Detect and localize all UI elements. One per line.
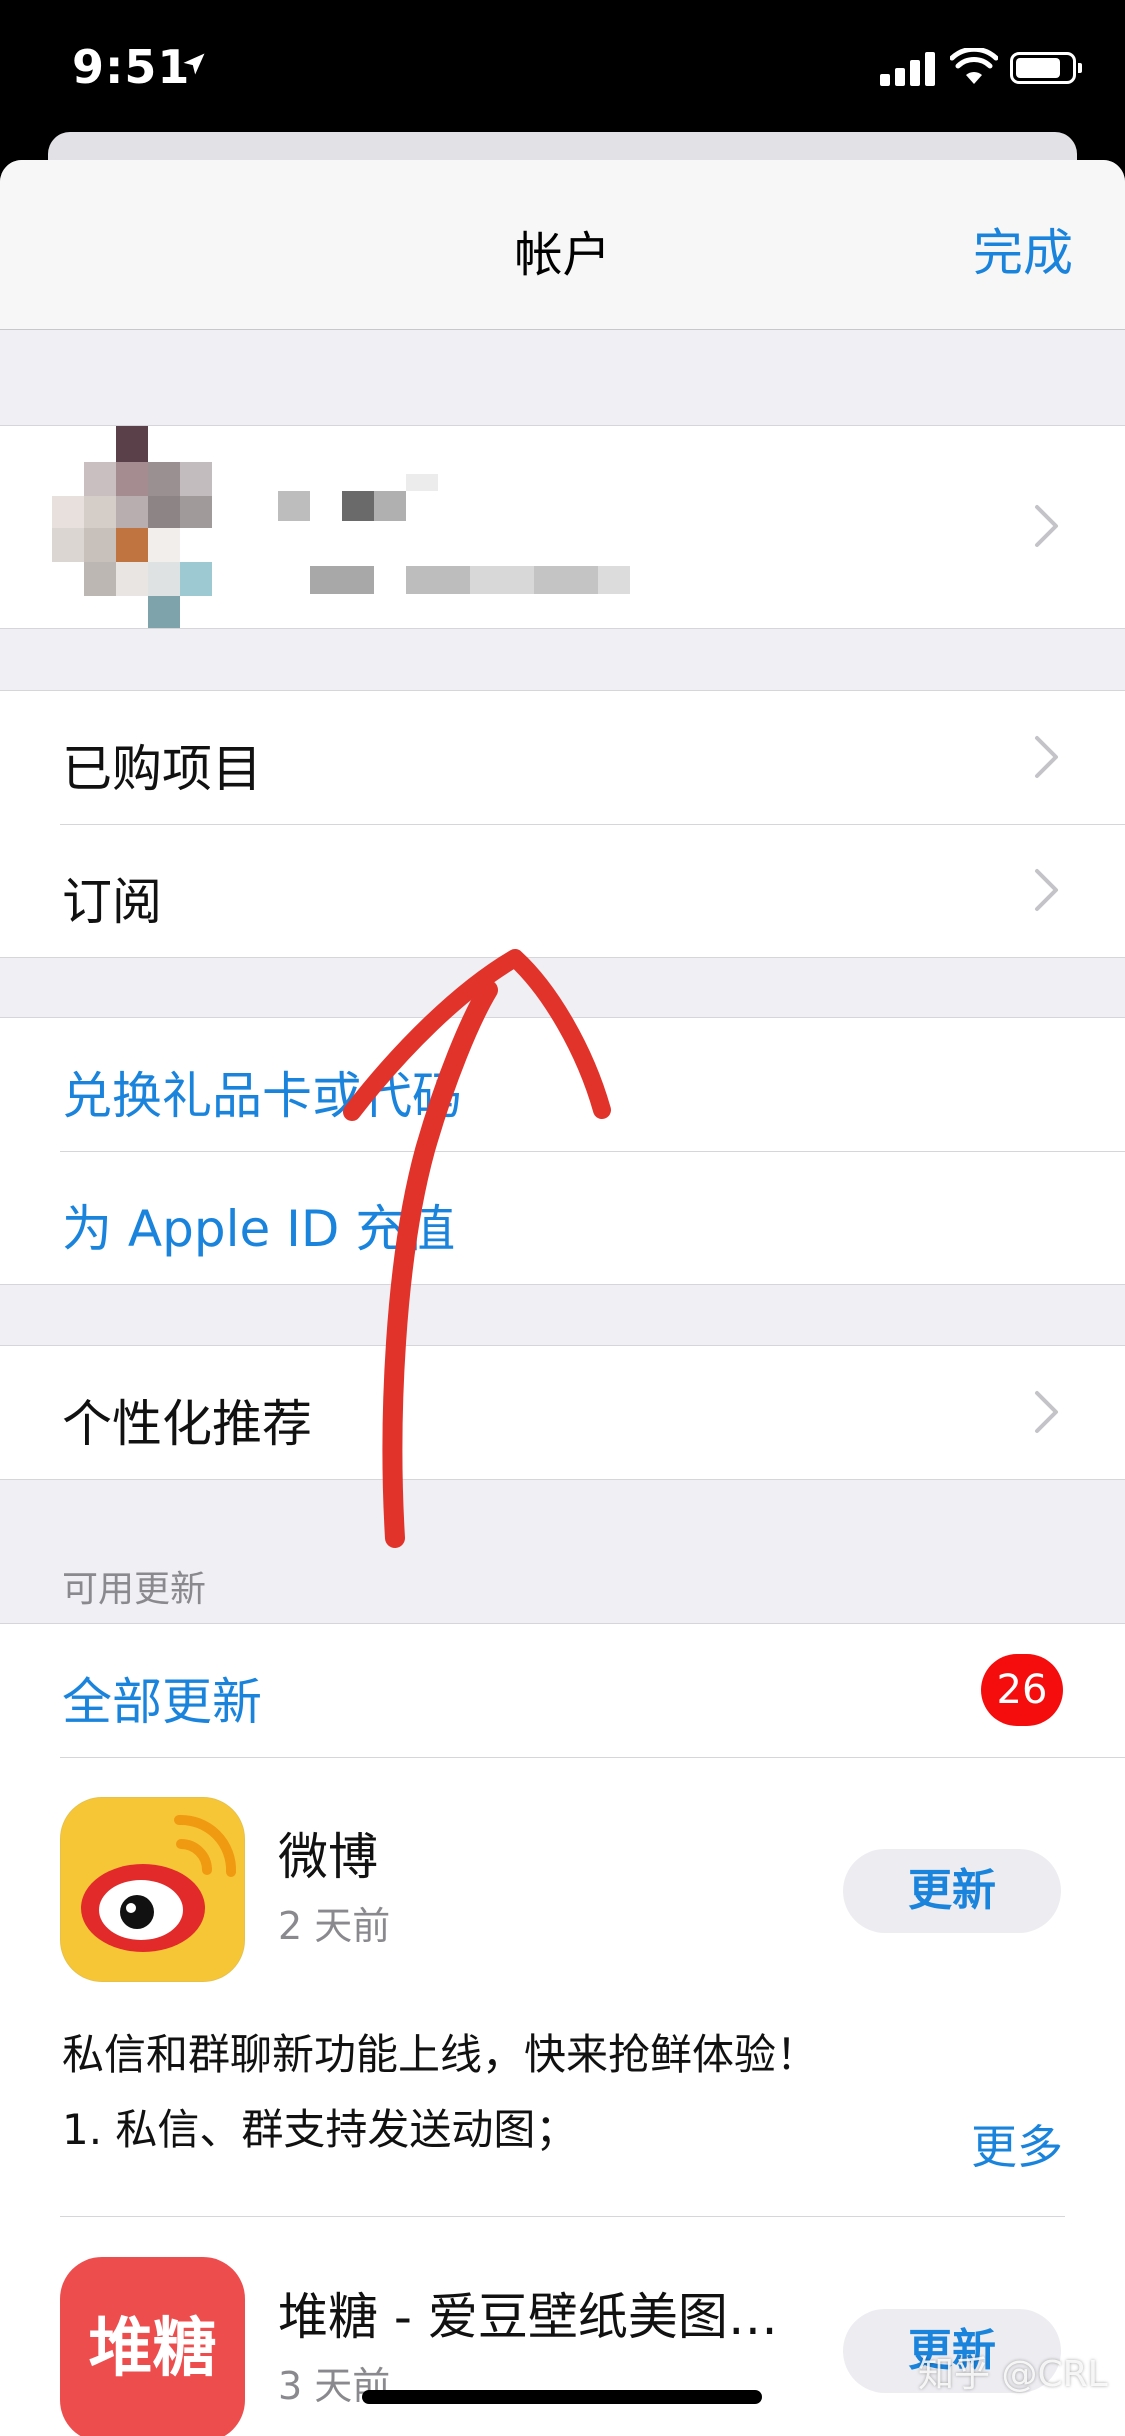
wifi-icon xyxy=(950,48,998,84)
funds-group: 兑换礼品卡或代码 为 Apple ID 充值 xyxy=(0,1017,1125,1285)
chevron-right-icon xyxy=(1035,736,1058,778)
release-note-line: 1. 私信、群支持发送动图； xyxy=(62,2105,578,2154)
update-button[interactable]: 更新 xyxy=(843,1849,1061,1933)
app-update-time: 2 天前 xyxy=(278,1904,391,1948)
status-time: 9:51 xyxy=(72,40,191,94)
page-title: 帐户 xyxy=(514,227,611,283)
app-row-weibo[interactable]: 微博 2 天前 更新 xyxy=(0,1757,1125,1991)
purchases-group: 已购项目 订阅 xyxy=(0,690,1125,958)
release-notes: 私信和群聊新功能上线，快来抢鲜体验！ 1. 私信、群支持发送动图； 更多 xyxy=(0,1991,1125,2211)
navigation-bar: 帐户 完成 xyxy=(0,160,1125,330)
duitang-app-icon[interactable]: 堆糖 xyxy=(60,2257,245,2436)
add-funds-link[interactable]: 为 Apple ID 充值 xyxy=(62,1189,455,1261)
release-note-line: 私信和群聊新功能上线，快来抢鲜体验！ xyxy=(62,2030,819,2079)
chevron-right-icon xyxy=(1035,869,1058,911)
purchased-row[interactable]: 已购项目 xyxy=(0,691,1125,824)
add-funds-row[interactable]: 为 Apple ID 充值 xyxy=(0,1151,1125,1284)
update-count-badge: 26 xyxy=(981,1654,1063,1726)
update-all-button[interactable]: 全部更新 xyxy=(62,1662,262,1734)
account-sheet: 帐户 完成 已购项目 订阅 兑换礼品卡或代码 为 Apple ID 充值 个性化… xyxy=(0,160,1125,2436)
purchased-label: 已购项目 xyxy=(62,740,262,798)
more-link[interactable]: 更多 xyxy=(971,2111,1063,2177)
cellular-signal-icon xyxy=(880,50,936,86)
update-all-row: 全部更新 26 xyxy=(0,1624,1125,1757)
personalized-group: 个性化推荐 xyxy=(0,1345,1125,1480)
redeem-row[interactable]: 兑换礼品卡或代码 xyxy=(0,1018,1125,1151)
location-arrow-icon xyxy=(183,53,205,75)
personalized-row[interactable]: 个性化推荐 xyxy=(0,1346,1125,1479)
section-header-updates: 可用更新 xyxy=(62,1569,207,1610)
done-button[interactable]: 完成 xyxy=(973,213,1073,285)
chevron-right-icon xyxy=(1035,1391,1058,1433)
subscriptions-label: 订阅 xyxy=(62,873,162,931)
weibo-app-icon[interactable] xyxy=(60,1797,245,1982)
profile-group xyxy=(0,425,1125,629)
battery-icon xyxy=(1010,52,1082,84)
app-name: 微博 xyxy=(278,1828,378,1886)
watermark: 知乎 @CRL xyxy=(918,2354,1108,2395)
subscriptions-row[interactable]: 订阅 xyxy=(0,824,1125,957)
app-name: 堆糖 - 爱豆壁纸美图… xyxy=(278,2288,778,2346)
profile-row[interactable] xyxy=(0,426,1125,628)
duitang-icon-text: 堆糖 xyxy=(88,2312,217,2386)
updates-group: 全部更新 26 微博 2 天前 更新 私信和群聊新功能上线，快来抢鲜体验！ 1.… xyxy=(0,1623,1125,2436)
redeem-gift-card-link[interactable]: 兑换礼品卡或代码 xyxy=(62,1056,462,1128)
personalized-label: 个性化推荐 xyxy=(62,1395,312,1453)
chevron-right-icon xyxy=(1035,505,1058,547)
home-indicator[interactable] xyxy=(362,2390,762,2404)
status-bar: 9:51 xyxy=(0,0,1125,150)
